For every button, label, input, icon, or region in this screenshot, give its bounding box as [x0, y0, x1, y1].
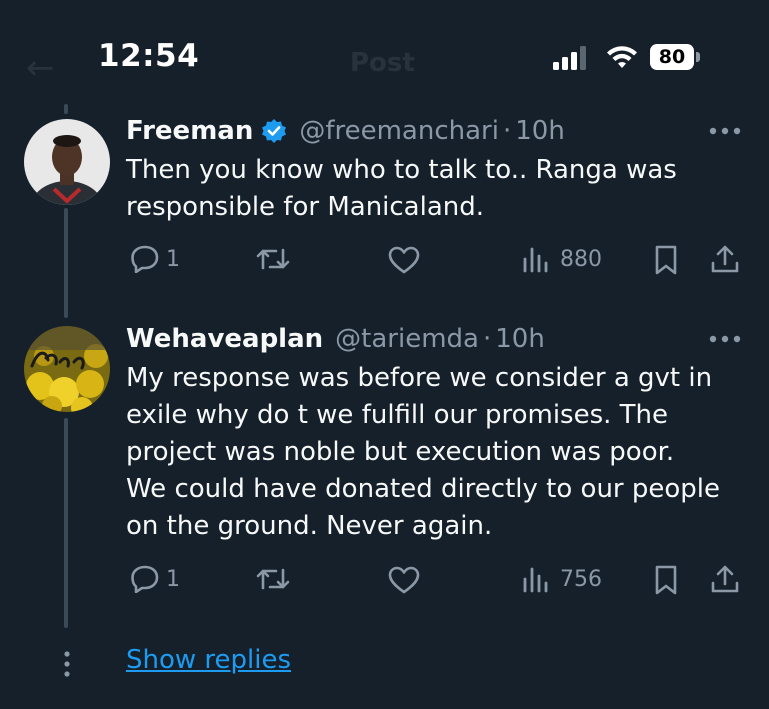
views-button[interactable]: 756 — [522, 565, 602, 593]
separator-dot: · — [482, 324, 492, 354]
bookmark-icon — [655, 565, 677, 595]
reply-count: 1 — [166, 566, 180, 592]
tweet-header: Freeman @freemanchari · 10h — [126, 114, 565, 148]
comment-icon — [131, 565, 159, 593]
show-replies-link[interactable]: Show replies — [126, 645, 291, 675]
bookmark-icon — [655, 245, 677, 275]
share-icon — [711, 245, 739, 273]
views-count: 880 — [560, 246, 602, 272]
header-title: Post — [350, 48, 415, 78]
author-name[interactable]: Freeman — [126, 116, 253, 146]
back-arrow-icon[interactable]: ← — [26, 48, 55, 88]
retweet-button[interactable] — [254, 566, 292, 592]
author-handle[interactable]: @freemanchari — [299, 116, 499, 146]
thread-line-top — [64, 104, 68, 114]
tweet-text: Then you know who to talk to.. Ranga was… — [126, 152, 736, 226]
share-button[interactable] — [710, 564, 740, 594]
verified-badge-icon — [262, 119, 287, 143]
tweet-text-line: responsible for Manicaland. — [126, 192, 485, 222]
thread-line-2 — [64, 418, 68, 628]
like-icon — [388, 246, 420, 274]
tweet-text-line: exile why do t we fulfill our promises. … — [126, 400, 669, 430]
battery-tip — [696, 52, 700, 62]
thread-more-icon — [64, 651, 70, 677]
views-button[interactable]: 880 — [522, 245, 602, 273]
wifi-icon — [607, 46, 637, 68]
author-name[interactable]: Wehaveaplan — [126, 324, 323, 354]
views-count: 756 — [560, 566, 602, 592]
tweet-text-line: Then you know who to talk to.. Ranga was — [126, 155, 677, 185]
like-button[interactable] — [388, 246, 420, 274]
share-button[interactable] — [710, 244, 740, 274]
bookmark-button[interactable] — [654, 245, 678, 275]
avatar[interactable] — [24, 119, 110, 205]
retweet-icon — [256, 248, 290, 270]
more-icon[interactable] — [708, 126, 742, 136]
views-icon — [523, 567, 548, 593]
reply-button[interactable]: 1 — [130, 565, 180, 593]
avatar-photo — [24, 326, 110, 412]
reply-count: 1 — [166, 246, 180, 272]
tweet-text-line: project was noble but execution was poor… — [126, 437, 675, 467]
battery-indicator: 80 — [650, 44, 700, 70]
avatar[interactable] — [24, 326, 110, 412]
author-handle[interactable]: @tariemda — [335, 324, 479, 354]
retweet-icon — [256, 568, 290, 590]
battery-level: 80 — [650, 44, 694, 70]
share-icon — [711, 565, 739, 593]
tweet-text-line: on the ground. Never again. — [126, 511, 493, 541]
like-icon — [388, 566, 420, 594]
comment-icon — [131, 245, 159, 273]
cellular-signal-icon — [553, 46, 586, 70]
retweet-button[interactable] — [254, 246, 292, 272]
separator-dot: · — [502, 116, 512, 146]
timestamp[interactable]: 10h — [515, 116, 565, 146]
bookmark-button[interactable] — [654, 565, 678, 595]
timestamp[interactable]: 10h — [495, 324, 545, 354]
tweet-text-line: We could have donated directly to our pe… — [126, 474, 721, 504]
thread-line-1 — [64, 208, 68, 318]
tweet-text: My response was before we consider a gvt… — [126, 360, 736, 545]
like-button[interactable] — [388, 566, 420, 594]
tweet-header: Wehaveaplan @tariemda · 10h — [126, 322, 545, 356]
status-bar: ← Post 12:54 80 — [0, 0, 769, 100]
reply-button[interactable]: 1 — [130, 245, 180, 273]
views-icon — [523, 247, 548, 273]
avatar-photo — [24, 119, 110, 205]
clock: 12:54 — [98, 38, 200, 74]
more-icon[interactable] — [708, 334, 742, 344]
tweet-text-line: My response was before we consider a gvt… — [126, 363, 713, 393]
